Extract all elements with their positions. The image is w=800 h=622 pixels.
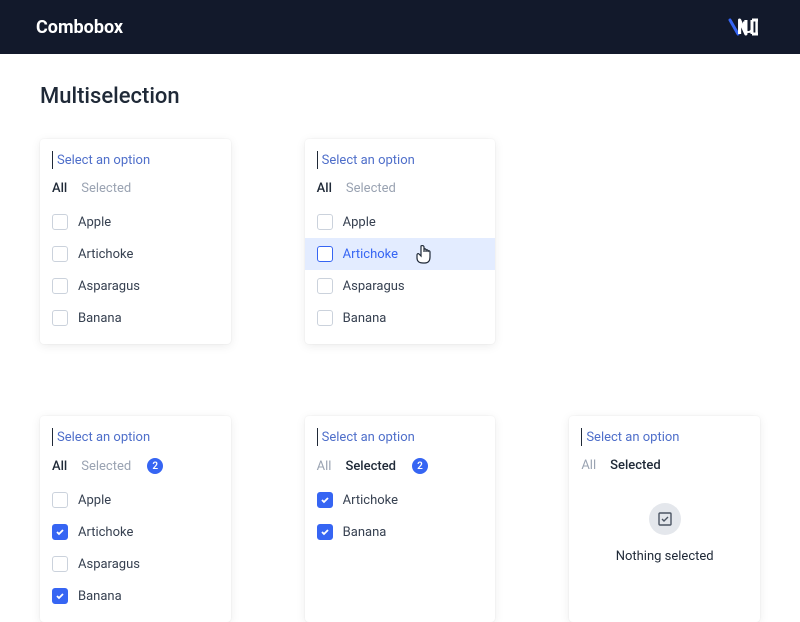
checkbox-icon[interactable]: [52, 524, 68, 540]
option-label: Apple: [343, 215, 376, 230]
option-list: Apple Artichoke Asparagus: [305, 206, 496, 334]
combobox-panel: Select an option All Selected Nothing se…: [569, 416, 760, 622]
checkbox-icon[interactable]: [52, 214, 68, 230]
empty-check-icon: [649, 503, 681, 535]
option-label: Asparagus: [343, 279, 405, 294]
option-label: Banana: [343, 311, 387, 326]
placeholder: Select an option: [586, 430, 679, 445]
option-label: Apple: [78, 215, 111, 230]
checkbox-icon[interactable]: [317, 246, 333, 262]
list-item[interactable]: Artichoke: [40, 516, 231, 548]
option-label: Banana: [78, 311, 122, 326]
combobox-input[interactable]: Select an option: [581, 428, 748, 446]
list-item[interactable]: Asparagus: [40, 548, 231, 580]
filter-tabs: All Selected: [569, 458, 760, 483]
empty-state: Nothing selected: [569, 483, 760, 576]
option-label: Banana: [78, 589, 122, 604]
placeholder: Select an option: [322, 430, 415, 445]
empty-label: Nothing selected: [616, 549, 714, 564]
filter-tabs: All Selected 2: [305, 458, 496, 484]
checkbox-icon[interactable]: [317, 278, 333, 294]
tab-selected[interactable]: Selected: [81, 459, 131, 474]
option-label: Asparagus: [78, 557, 140, 572]
option-label: Artichoke: [78, 525, 133, 540]
combobox-panel: Select an option All Selected Apple Arti…: [40, 139, 231, 344]
list-item[interactable]: Apple: [40, 484, 231, 516]
combobox-panel: Select an option All Selected 2 Apple Ar…: [40, 416, 231, 622]
checkbox-icon[interactable]: [52, 556, 68, 572]
tab-all[interactable]: All: [52, 181, 67, 196]
combobox-grid: Select an option All Selected Apple Arti…: [40, 139, 760, 622]
svg-text:UI: UI: [742, 18, 759, 36]
combobox-input[interactable]: Select an option: [52, 151, 219, 169]
list-item[interactable]: Banana: [305, 516, 496, 548]
list-item[interactable]: Asparagus: [305, 270, 496, 302]
list-item[interactable]: Banana: [305, 302, 496, 334]
content: Multiselection Select an option All Sele…: [0, 54, 800, 622]
list-item[interactable]: Banana: [40, 302, 231, 334]
combobox-panel: Select an option All Selected Apple Arti…: [305, 139, 496, 344]
option-label: Asparagus: [78, 279, 140, 294]
selected-count-badge: 2: [147, 458, 163, 474]
combobox-panel: Select an option All Selected 2 Artichok…: [305, 416, 496, 622]
option-list: Apple Artichoke Asparagus Banana: [40, 484, 231, 612]
tab-selected[interactable]: Selected: [81, 181, 131, 196]
tab-selected[interactable]: Selected: [345, 459, 396, 474]
brand-title: Combobox: [36, 17, 123, 38]
checkbox-icon[interactable]: [52, 492, 68, 508]
filter-tabs: All Selected: [305, 181, 496, 206]
checkbox-icon[interactable]: [52, 246, 68, 262]
page-title: Multiselection: [40, 84, 760, 109]
tab-all[interactable]: All: [317, 181, 332, 196]
list-item[interactable]: Banana: [40, 580, 231, 612]
option-list: Apple Artichoke Asparagus Banana: [40, 206, 231, 334]
combobox-input[interactable]: Select an option: [52, 428, 219, 446]
checkbox-icon[interactable]: [52, 310, 68, 326]
logo-icon: UI: [728, 18, 764, 36]
checkbox-icon[interactable]: [317, 492, 333, 508]
cursor-pointer-icon: [415, 244, 433, 268]
tab-all[interactable]: All: [581, 458, 596, 473]
selected-count-badge: 2: [412, 458, 428, 474]
option-label: Artichoke: [343, 247, 398, 262]
option-label: Artichoke: [78, 247, 133, 262]
tab-selected[interactable]: Selected: [610, 458, 661, 473]
list-item[interactable]: Artichoke: [40, 238, 231, 270]
combobox-input[interactable]: Select an option: [317, 428, 484, 446]
list-item[interactable]: Apple: [305, 206, 496, 238]
option-label: Apple: [78, 493, 111, 508]
placeholder: Select an option: [57, 430, 150, 445]
checkbox-icon[interactable]: [52, 588, 68, 604]
filter-tabs: All Selected 2: [40, 458, 231, 484]
checkbox-icon[interactable]: [317, 214, 333, 230]
topbar: Combobox UI: [0, 0, 800, 54]
list-item[interactable]: Asparagus: [40, 270, 231, 302]
placeholder: Select an option: [57, 153, 150, 168]
placeholder: Select an option: [322, 153, 415, 168]
checkbox-icon[interactable]: [317, 310, 333, 326]
tab-all[interactable]: All: [52, 459, 67, 474]
list-item[interactable]: Artichoke: [305, 484, 496, 516]
checkbox-icon[interactable]: [317, 524, 333, 540]
option-list: Artichoke Banana: [305, 484, 496, 548]
filter-tabs: All Selected: [40, 181, 231, 206]
list-item[interactable]: Artichoke: [305, 238, 496, 270]
option-label: Banana: [343, 525, 387, 540]
tab-selected[interactable]: Selected: [346, 181, 396, 196]
checkbox-icon[interactable]: [52, 278, 68, 294]
option-label: Artichoke: [343, 493, 398, 508]
list-item[interactable]: Apple: [40, 206, 231, 238]
tab-all[interactable]: All: [317, 459, 332, 474]
combobox-input[interactable]: Select an option: [317, 151, 484, 169]
empty-cell: [569, 139, 760, 344]
